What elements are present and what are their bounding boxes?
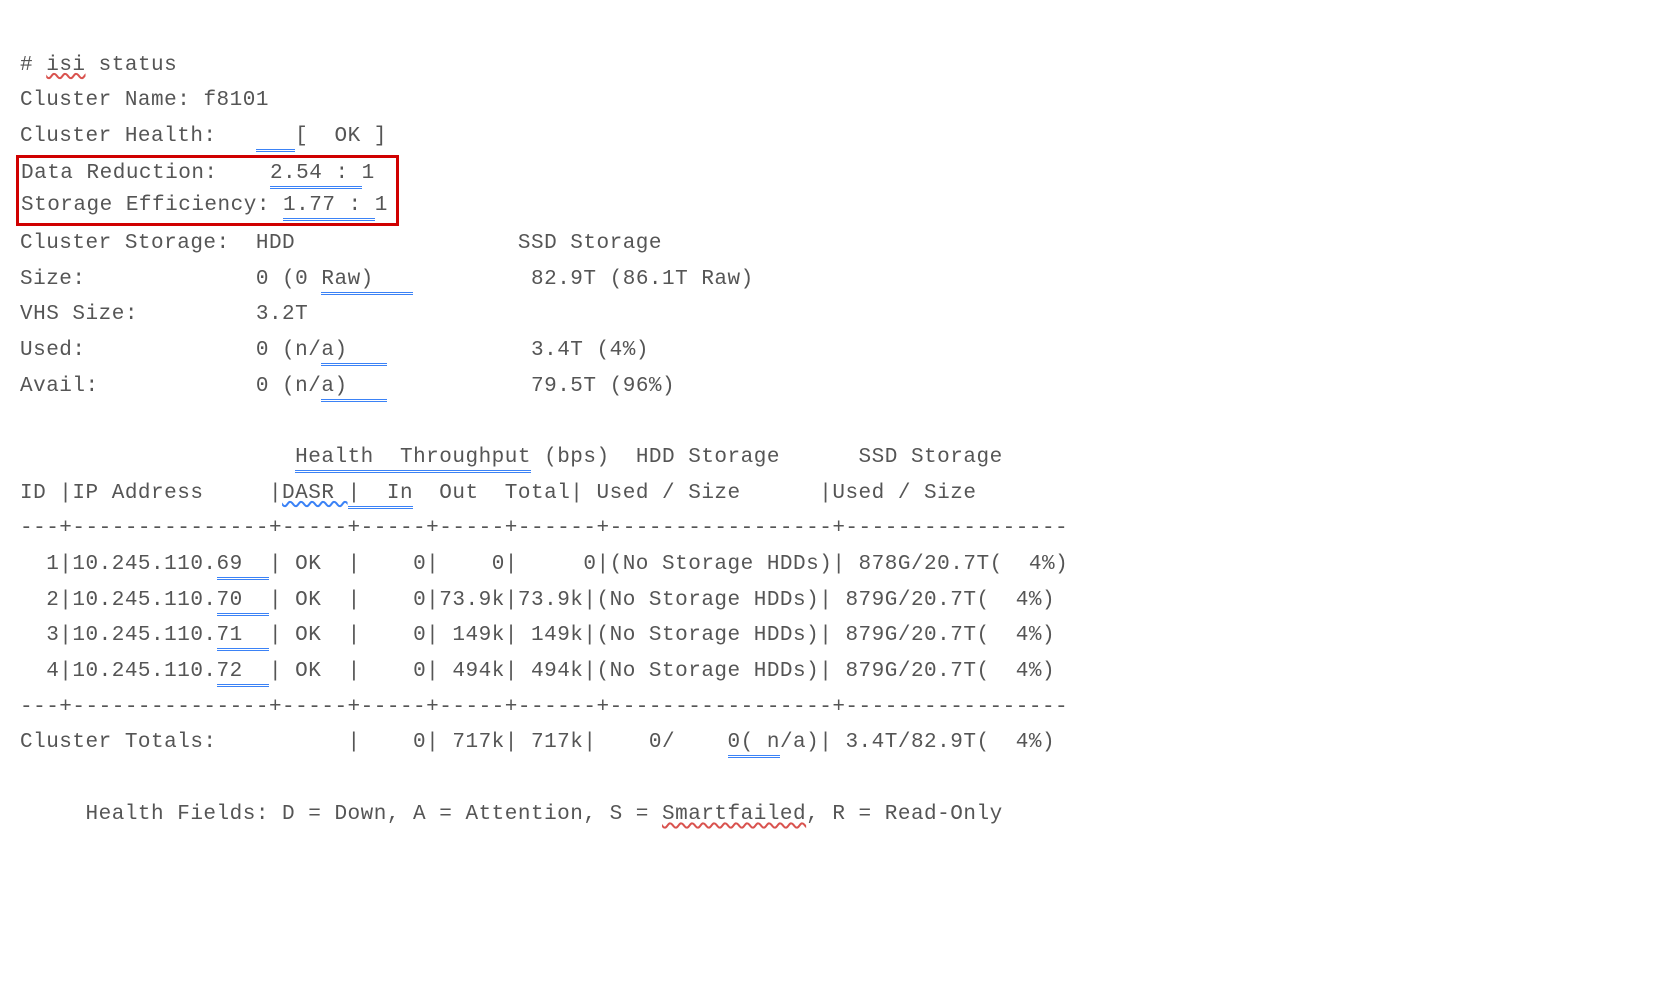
table-header-1a xyxy=(20,446,295,469)
storage-efficiency-label: Storage Efficiency: xyxy=(21,194,283,217)
table-row-rest: | OK | 0|73.9k|73.9k|(No Storage HDDs)| … xyxy=(269,589,1055,612)
table-header-2a: ID |IP Address | xyxy=(20,482,282,505)
table-row-rest: | OK | 0| 494k| 494k|(No Storage HDDs)| … xyxy=(269,660,1055,683)
legend-a: Health Fields: D = Down, A = Attention, … xyxy=(20,803,662,826)
size-ssd: 82.9T (86.1T Raw) xyxy=(413,268,754,291)
cluster-name-label: Cluster Name: xyxy=(20,89,203,112)
table-row: 1|10.245.110. xyxy=(20,553,217,576)
prompt: # xyxy=(20,54,46,77)
cluster-health-label: Cluster Health: xyxy=(20,125,256,148)
table-header-2d: Out Total| Used / Size |Used / Size xyxy=(413,482,976,505)
table-row: 2|10.245.110. xyxy=(20,589,217,612)
cluster-health-gap xyxy=(256,125,295,152)
table-row: 4|10.245.110. xyxy=(20,660,217,683)
legend-smartfailed: Smartfailed xyxy=(662,803,806,826)
used-label: Used: 0 (n/ xyxy=(20,339,321,362)
ratio-highlight-box: Data Reduction: 2.54 : 1 Storage Efficie… xyxy=(16,155,399,226)
data-reduction-label: Data Reduction: xyxy=(21,162,270,185)
cmd-status: status xyxy=(86,54,178,77)
data-reduction-value: 2.54 : xyxy=(270,162,362,189)
ip-tail: 69 xyxy=(217,553,269,580)
cluster-health-value: [ OK ] xyxy=(295,125,387,148)
used-na: a) xyxy=(321,339,387,366)
table-row-rest: | OK | 0| 149k| 149k|(No Storage HDDs)| … xyxy=(269,624,1055,647)
table-header-in: | In xyxy=(348,482,414,509)
size-raw: Raw) xyxy=(321,268,413,295)
storage-efficiency-value: 1.77 : xyxy=(283,194,375,221)
table-header-1c: (bps) HDD Storage SSD Storage xyxy=(531,446,1003,469)
avail-na: a) xyxy=(321,375,387,402)
size-label: Size: 0 (0 xyxy=(20,268,321,291)
table-row-rest: | OK | 0| 0| 0|(No Storage HDDs)| 878G/2… xyxy=(269,553,1068,576)
data-reduction-tail: 1 xyxy=(362,162,375,185)
ip-tail: 72 xyxy=(217,660,269,687)
ip-tail: 70 xyxy=(217,589,269,616)
table-header-dasr: DASR xyxy=(282,482,348,505)
terminal-output: # isi status Cluster Name: f8101 Cluster… xyxy=(0,0,1660,845)
cluster-storage-header: Cluster Storage: HDD SSD Storage xyxy=(20,232,662,255)
storage-efficiency-tail: 1 xyxy=(375,194,388,217)
table-separator: ---+---------------+-----+-----+-----+--… xyxy=(20,696,1068,719)
avail-label: Avail: 0 (n/ xyxy=(20,375,321,398)
cluster-name-value: f8101 xyxy=(203,89,269,112)
cluster-totals-a: Cluster Totals: | 0| 717k| 717k| 0/ xyxy=(20,731,728,754)
ip-tail: 71 xyxy=(217,624,269,651)
vhs-line: VHS Size: 3.2T xyxy=(20,303,308,326)
table-separator: ---+---------------+-----+-----+-----+--… xyxy=(20,517,1068,540)
table-header-1b: Health Throughput xyxy=(295,446,531,473)
cmd-isi: isi xyxy=(46,54,85,77)
legend-c: , R = Read-Only xyxy=(806,803,1003,826)
used-ssd: 3.4T (4%) xyxy=(387,339,649,362)
table-row: 3|10.245.110. xyxy=(20,624,217,647)
avail-ssd: 79.5T (96%) xyxy=(387,375,675,398)
cluster-totals-c: /a)| 3.4T/82.9T( 4%) xyxy=(780,731,1055,754)
cluster-totals-b: 0( n xyxy=(728,731,780,758)
